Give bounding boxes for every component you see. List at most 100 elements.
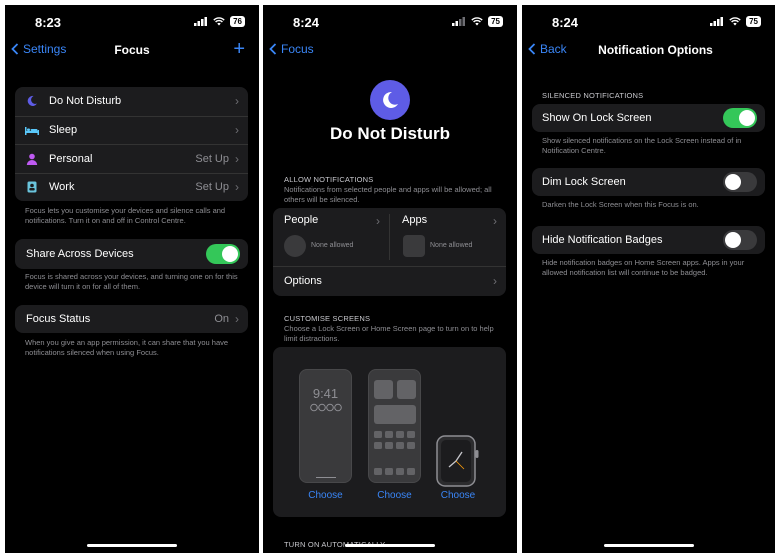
status-bar: 8:23 76 bbox=[5, 5, 259, 35]
focus-status-label: Focus Status bbox=[26, 313, 91, 325]
status-footer: When you give an app permission, it can … bbox=[25, 338, 229, 357]
home-indicator[interactable] bbox=[345, 544, 435, 547]
chevron-left-icon bbox=[269, 43, 277, 55]
focus-list: Do Not Disturb › Sleep › Personal Set Up… bbox=[15, 87, 248, 201]
status-bar: 8:24 75 bbox=[522, 5, 775, 35]
home-indicator[interactable] bbox=[87, 544, 177, 547]
avatar bbox=[284, 235, 306, 257]
battery-indicator: 75 bbox=[746, 16, 761, 27]
toggle-knob bbox=[739, 110, 755, 126]
lock-screen-time: 9:41 bbox=[312, 386, 339, 401]
chevron-right-icon: › bbox=[235, 312, 239, 326]
status-icons: 75 bbox=[710, 16, 761, 27]
options-row[interactable]: Options › bbox=[273, 266, 506, 296]
plus-icon: + bbox=[233, 38, 245, 60]
notification-options-screen: 8:24 75 Back Notification Options SILENC… bbox=[522, 5, 775, 553]
show-on-lock-screen-toggle[interactable] bbox=[723, 108, 757, 128]
status-icons: 75 bbox=[452, 16, 503, 27]
focus-item-work[interactable]: Work Set Up › bbox=[15, 172, 248, 202]
focus-item-label: Sleep bbox=[49, 124, 78, 137]
screenshot-collage: 8:23 76 Settings Focus + Do Not Disturb bbox=[0, 0, 780, 558]
back-button-label: Focus bbox=[281, 42, 314, 56]
toggle-knob bbox=[725, 232, 741, 248]
home-screen-preview[interactable] bbox=[368, 369, 421, 483]
chevron-right-icon: › bbox=[493, 274, 497, 288]
chevron-right-icon: › bbox=[235, 151, 239, 166]
add-focus-button[interactable]: + bbox=[233, 38, 245, 61]
allow-notifications-desc: Notifications from selected people and a… bbox=[284, 185, 492, 204]
focus-item-sleep[interactable]: Sleep › bbox=[15, 115, 248, 145]
focus-item-value: Set Up bbox=[195, 152, 229, 165]
people-label: People bbox=[284, 214, 319, 226]
moon-icon bbox=[25, 94, 39, 108]
choose-watch-face-button[interactable]: Choose bbox=[433, 490, 483, 501]
chevron-right-icon: › bbox=[376, 214, 380, 228]
lock-screen-preview[interactable]: 9:41 bbox=[299, 369, 352, 483]
focus-status-row[interactable]: Focus Status On › bbox=[15, 305, 248, 333]
focus-settings-screen: 8:23 76 Settings Focus + Do Not Disturb bbox=[5, 5, 259, 553]
back-button[interactable]: Focus bbox=[269, 42, 314, 56]
focus-title: Do Not Disturb bbox=[330, 124, 450, 143]
dim-lock-screen-row: Dim Lock Screen bbox=[532, 168, 765, 196]
apple-watch-preview-icon[interactable] bbox=[436, 435, 480, 487]
nav-bar: Back Notification Options bbox=[522, 41, 775, 61]
apps-none-allowed: None allowed bbox=[430, 242, 473, 249]
home-indicator[interactable] bbox=[603, 544, 694, 547]
page-title: Notification Options bbox=[598, 43, 713, 57]
focus-item-value: Set Up bbox=[195, 181, 229, 194]
cellular-signal-icon bbox=[194, 17, 208, 26]
person-icon bbox=[25, 152, 39, 166]
choose-home-screen-button[interactable]: Choose bbox=[368, 490, 421, 501]
allow-card: People › None allowed Apps › None allowe… bbox=[273, 208, 506, 296]
do-not-disturb-screen: 8:24 75 Focus Do Not Disturb ALLOW NOTIF… bbox=[263, 5, 517, 553]
share-card: Share Across Devices bbox=[15, 239, 248, 269]
chevron-right-icon: › bbox=[235, 123, 239, 138]
show-on-lock-screen-row: Show On Lock Screen bbox=[532, 104, 765, 132]
share-across-devices-toggle[interactable] bbox=[206, 244, 240, 264]
cellular-signal-icon bbox=[452, 17, 466, 26]
focus-item-personal[interactable]: Personal Set Up › bbox=[15, 144, 248, 173]
allow-notifications-header: ALLOW NOTIFICATIONS bbox=[284, 175, 374, 184]
hide-notification-badges-row: Hide Notification Badges bbox=[532, 226, 765, 254]
wifi-icon bbox=[471, 17, 483, 26]
people-none-allowed: None allowed bbox=[311, 242, 354, 249]
show-lock-card: Show On Lock Screen bbox=[532, 104, 765, 132]
options-label: Options bbox=[284, 275, 322, 287]
focus-status-value: On bbox=[214, 313, 229, 325]
chevron-right-icon: › bbox=[493, 214, 497, 228]
customise-screens-header: CUSTOMISE SCREENS bbox=[284, 314, 371, 323]
moon-icon bbox=[383, 91, 398, 108]
choose-lock-screen-button[interactable]: Choose bbox=[299, 490, 352, 501]
cellular-signal-icon bbox=[710, 17, 724, 26]
apps-cell[interactable]: Apps › None allowed bbox=[390, 208, 506, 266]
chevron-right-icon: › bbox=[235, 180, 239, 195]
silenced-notifications-header: SILENCED NOTIFICATIONS bbox=[542, 91, 644, 100]
dim-desc: Darken the Lock Screen when this Focus i… bbox=[542, 200, 699, 209]
dim-lock-card: Dim Lock Screen bbox=[532, 168, 765, 196]
toggle-knob bbox=[222, 246, 238, 262]
widget-circles-icon bbox=[310, 403, 342, 412]
focus-item-do-not-disturb[interactable]: Do Not Disturb › bbox=[15, 87, 248, 116]
badges-desc: Hide notification badges on Home Screen … bbox=[542, 258, 745, 277]
bed-icon bbox=[25, 123, 39, 137]
people-cell[interactable]: People › None allowed bbox=[273, 208, 389, 266]
hide-notification-badges-toggle[interactable] bbox=[723, 230, 757, 250]
share-footer: Focus is shared across your devices, and… bbox=[25, 272, 238, 291]
wifi-icon bbox=[213, 17, 225, 26]
share-label: Share Across Devices bbox=[26, 248, 134, 260]
page-title: Focus bbox=[114, 43, 150, 57]
battery-indicator: 75 bbox=[488, 16, 503, 27]
nav-bar: Focus bbox=[263, 41, 517, 61]
focus-item-label: Personal bbox=[49, 152, 93, 165]
dim-label: Dim Lock Screen bbox=[542, 176, 626, 188]
home-bar-mini bbox=[316, 476, 336, 478]
status-icons: 76 bbox=[194, 16, 245, 27]
badges-label: Hide Notification Badges bbox=[542, 234, 663, 246]
nav-bar: Settings Focus + bbox=[5, 38, 259, 61]
show-lock-desc: Show silenced notifications on the Lock … bbox=[542, 136, 742, 155]
work-badge-icon bbox=[25, 180, 39, 194]
customise-screens-card: 9:41 Choose Choose Choose bbox=[273, 347, 506, 517]
hide-badges-card: Hide Notification Badges bbox=[532, 226, 765, 254]
focus-moon-badge bbox=[370, 80, 410, 120]
dim-lock-screen-toggle[interactable] bbox=[723, 172, 757, 192]
